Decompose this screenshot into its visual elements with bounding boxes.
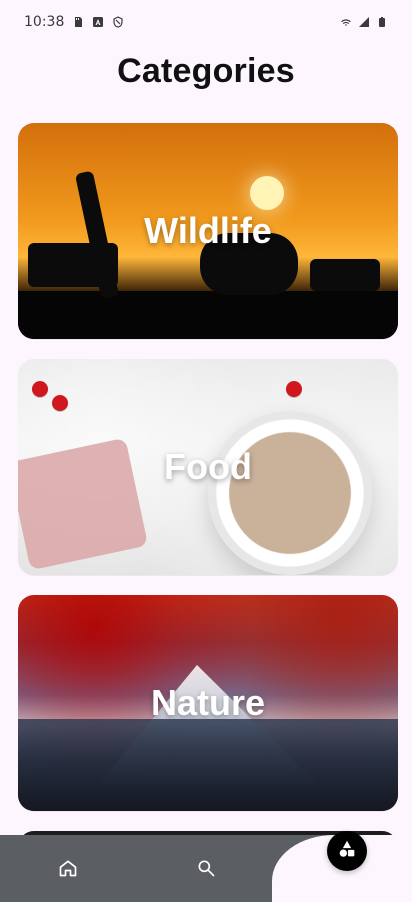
category-label-nature: Nature (150, 682, 266, 723)
status-bar: 10:38 (0, 0, 412, 44)
category-card-wildlife[interactable]: Wildlife (18, 123, 398, 339)
sun-decoration (250, 176, 284, 210)
category-list: Wildlife Food Nature (18, 123, 398, 849)
category-card-nature[interactable]: Nature (18, 595, 398, 811)
tomato-decoration (32, 381, 48, 397)
tomato-decoration (52, 395, 68, 411)
wifi-icon (340, 16, 352, 28)
page-title: Categories (117, 52, 295, 90)
nav-search[interactable] (182, 847, 230, 895)
categories-fab[interactable] (327, 831, 367, 871)
shapes-icon (336, 838, 358, 864)
nav-home[interactable] (44, 847, 92, 895)
a-icon (92, 16, 104, 28)
shield-icon (112, 16, 124, 28)
deer-silhouette (310, 259, 380, 291)
signal-icon (358, 16, 370, 28)
category-card-food[interactable]: Food (18, 359, 398, 575)
category-label-wildlife: Wildlife (144, 210, 272, 251)
bowl-decoration (208, 411, 372, 575)
battery-icon (376, 16, 388, 28)
status-time: 10:38 (24, 14, 65, 30)
sd-card-icon (72, 16, 84, 28)
category-label-food: Food (164, 446, 252, 487)
status-right (340, 16, 388, 28)
status-left: 10:38 (24, 14, 124, 30)
water-decoration (18, 719, 398, 811)
search-icon (196, 858, 216, 884)
ground-silhouette (18, 291, 398, 339)
tomato-decoration (286, 381, 302, 397)
home-icon (58, 858, 78, 884)
